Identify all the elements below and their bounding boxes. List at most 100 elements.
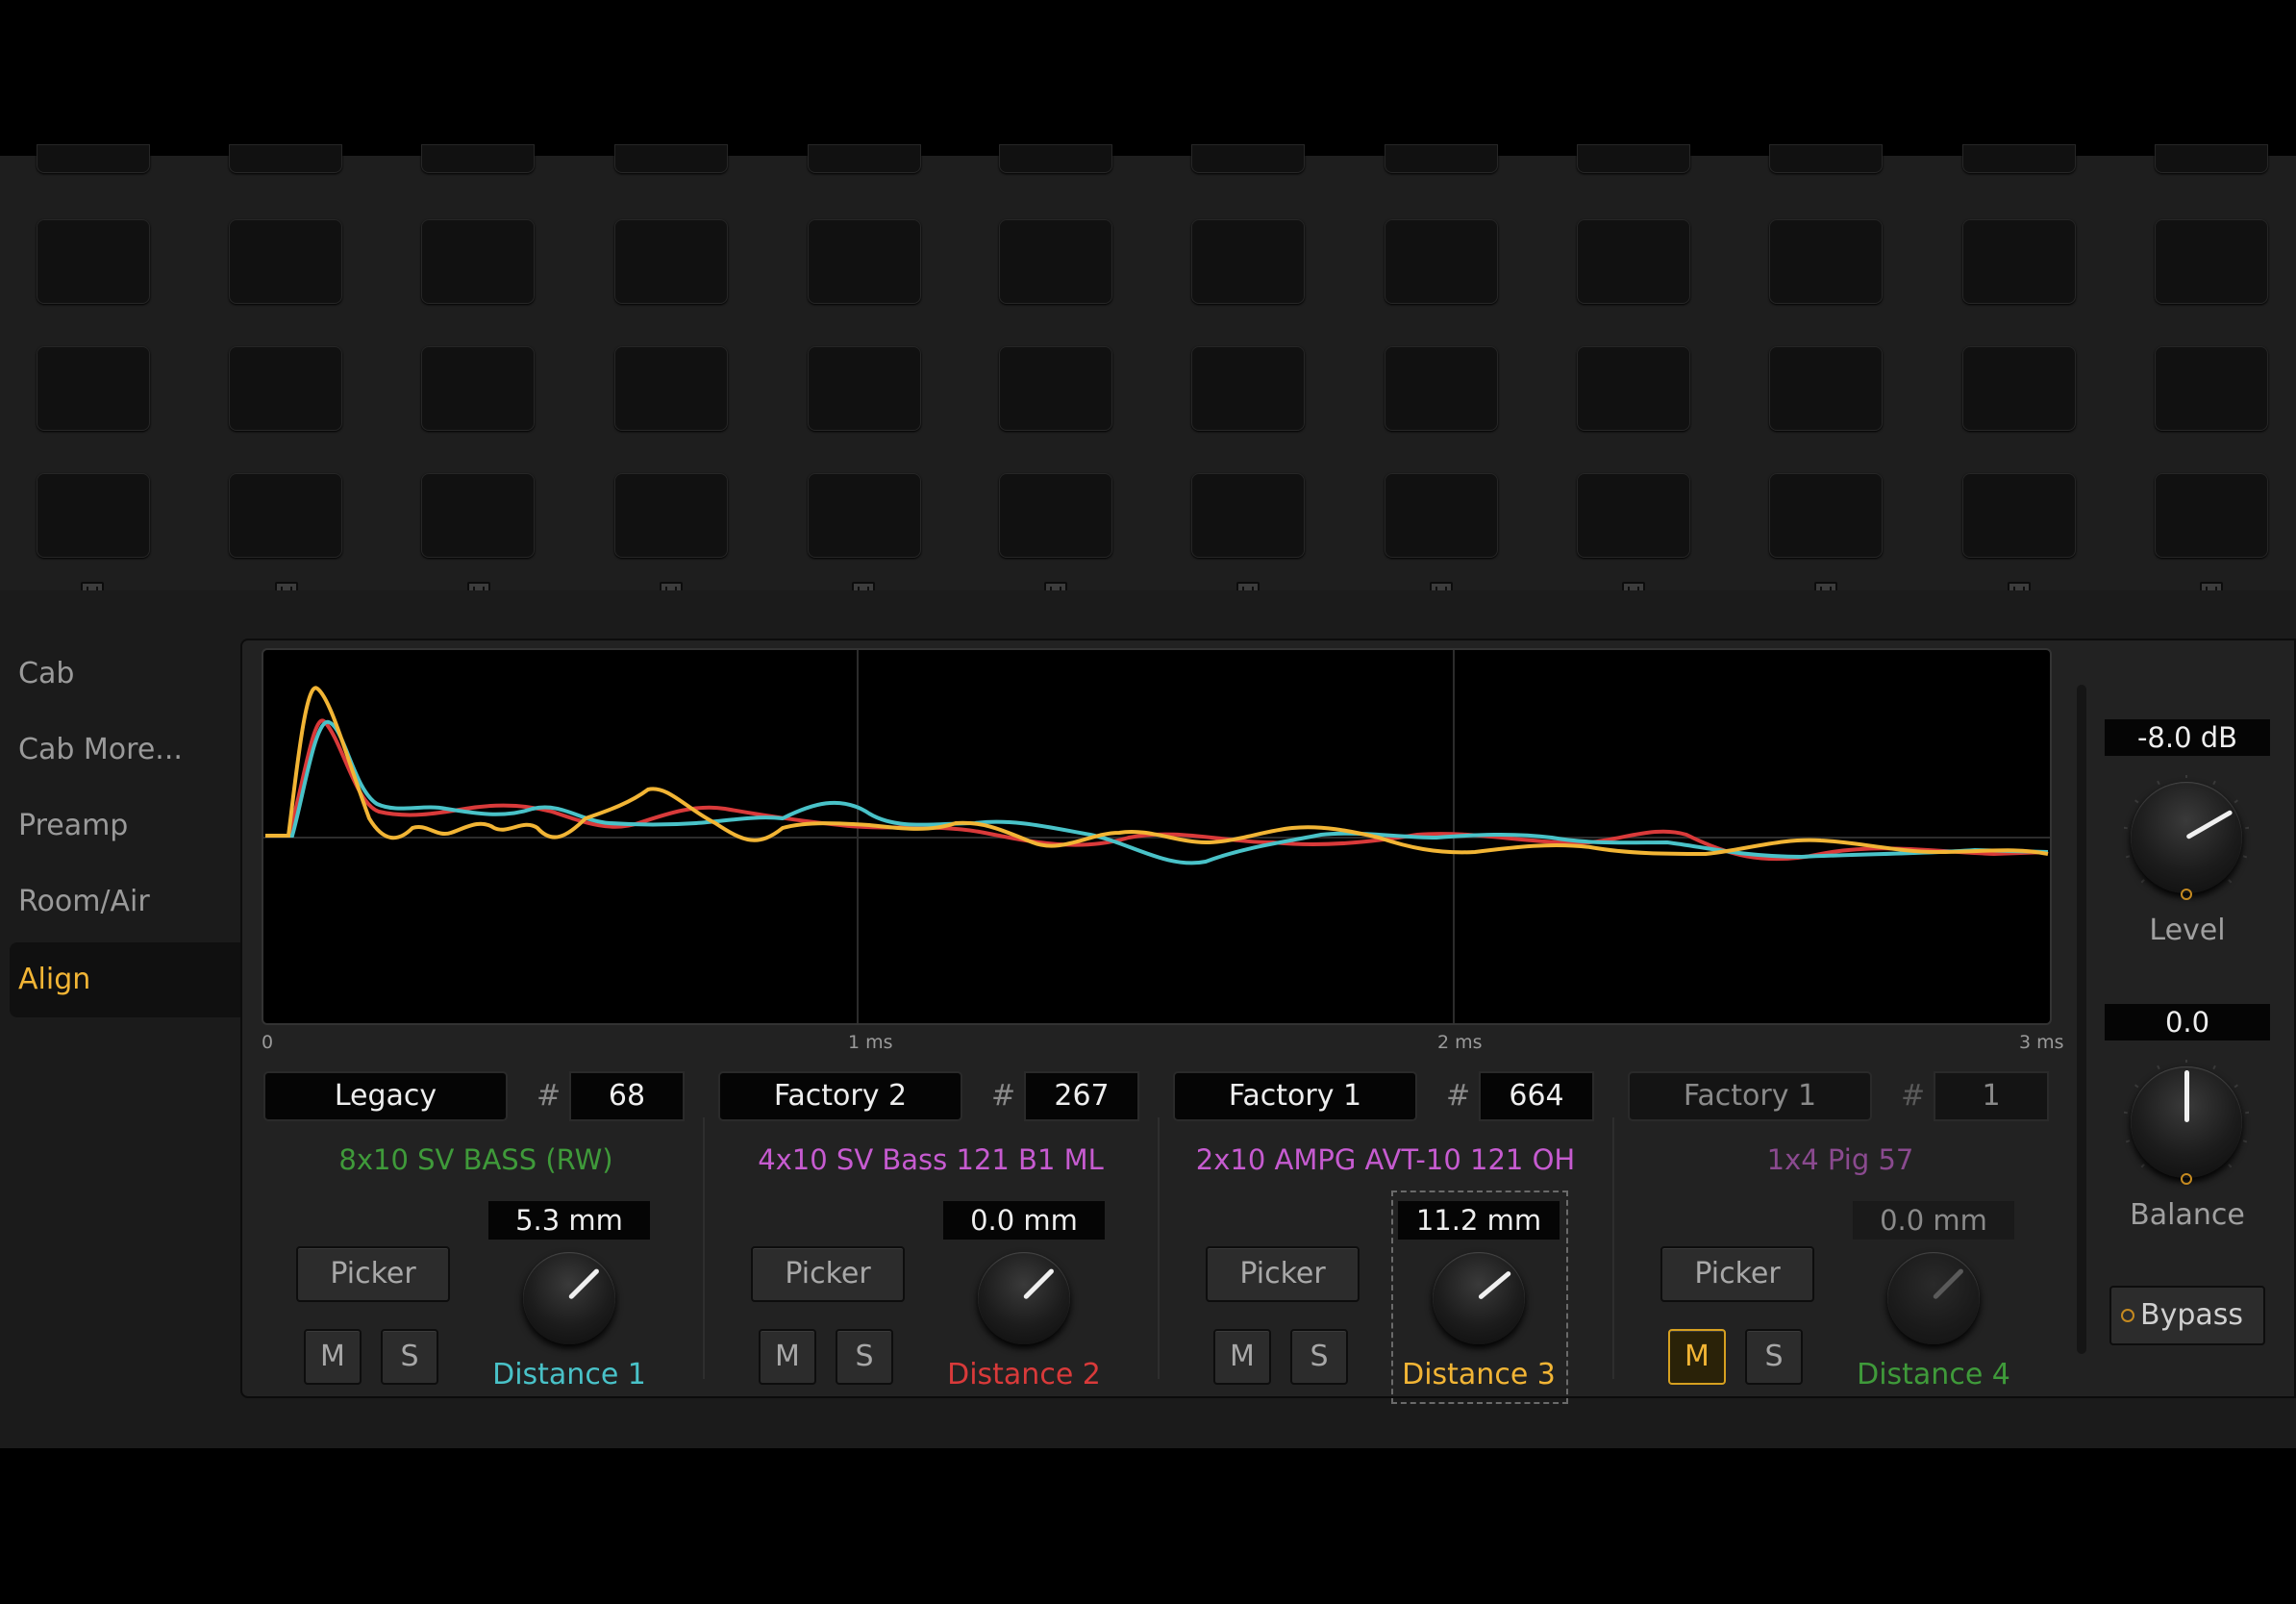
balance-label: Balance (2130, 1198, 2245, 1232)
ir-number-field[interactable]: 68 (569, 1071, 685, 1121)
solo-button[interactable]: S (1290, 1329, 1348, 1385)
tick-label-0: 0 (262, 1032, 274, 1053)
preset-selector[interactable]: Factory 1 (1628, 1071, 1872, 1121)
pad[interactable] (37, 346, 150, 431)
nav-item-align[interactable]: Align (10, 942, 240, 1017)
knob-origin-dot-icon (2181, 889, 2192, 900)
pad[interactable] (999, 473, 1112, 558)
bypass-button[interactable]: Bypass (2109, 1286, 2265, 1345)
solo-button[interactable]: S (1745, 1329, 1803, 1385)
distance-label: Distance 2 (947, 1358, 1101, 1391)
pad[interactable] (1962, 219, 2076, 304)
right-scrollbar[interactable] (2077, 685, 2086, 1354)
pad[interactable] (2155, 144, 2268, 173)
pad[interactable] (229, 473, 342, 558)
pad[interactable] (1962, 346, 2076, 431)
level-knob[interactable] (2124, 775, 2249, 900)
pad[interactable] (1577, 144, 1690, 173)
pad[interactable] (999, 219, 1112, 304)
picker-button[interactable]: Picker (296, 1246, 450, 1302)
solo-button[interactable]: S (836, 1329, 893, 1385)
picker-button[interactable]: Picker (751, 1246, 905, 1302)
pad[interactable] (1962, 473, 2076, 558)
nav-item-cab[interactable]: Cab (0, 637, 240, 712)
pad[interactable] (421, 219, 535, 304)
pad[interactable] (1385, 473, 1498, 558)
impulse-plot (263, 650, 2050, 1023)
preset-selector[interactable]: Legacy (263, 1071, 508, 1121)
pad[interactable] (1769, 346, 1883, 431)
pad[interactable] (1577, 473, 1690, 558)
pad[interactable] (808, 144, 921, 173)
pad[interactable] (614, 346, 728, 431)
balance-value[interactable]: 0.0 (2105, 1004, 2270, 1040)
mute-button[interactable]: M (759, 1329, 816, 1385)
pad[interactable] (1577, 219, 1690, 304)
pad[interactable] (1191, 144, 1305, 173)
bottom-letterbox (0, 1448, 2296, 1604)
preset-selector[interactable]: Factory 2 (718, 1071, 962, 1121)
mute-button[interactable]: M (1668, 1329, 1726, 1385)
picker-button[interactable]: Picker (1206, 1246, 1360, 1302)
pad[interactable] (999, 346, 1112, 431)
ir-number-field[interactable]: 1 (1934, 1071, 2049, 1121)
pad[interactable] (614, 219, 728, 304)
hash-label: # (1446, 1079, 1471, 1113)
ir-number-field[interactable]: 267 (1024, 1071, 1139, 1121)
pad[interactable] (1769, 219, 1883, 304)
pad[interactable] (808, 219, 921, 304)
pad[interactable] (37, 473, 150, 558)
bypass-led-icon (2121, 1309, 2134, 1322)
ir-number-field[interactable]: 664 (1479, 1071, 1594, 1121)
distance-knob[interactable] (523, 1252, 615, 1344)
pad[interactable] (1191, 473, 1305, 558)
preset-selector[interactable]: Factory 1 (1173, 1071, 1417, 1121)
pad[interactable] (1577, 346, 1690, 431)
nav-item-cab-more[interactable]: Cab More... (0, 713, 240, 788)
solo-button[interactable]: S (381, 1329, 438, 1385)
picker-button[interactable]: Picker (1660, 1246, 1814, 1302)
mute-button[interactable]: M (304, 1329, 362, 1385)
cab-name-label: 8x10 SV BASS (RW) (338, 1143, 613, 1176)
distance-value[interactable]: 0.0 mm (1853, 1201, 2014, 1240)
pad[interactable] (1385, 144, 1498, 173)
pad[interactable] (229, 144, 342, 173)
pad[interactable] (1769, 144, 1883, 173)
pad[interactable] (229, 346, 342, 431)
pad[interactable] (37, 144, 150, 173)
mute-button[interactable]: M (1213, 1329, 1271, 1385)
pad[interactable] (2155, 473, 2268, 558)
distance-value[interactable]: 0.0 mm (943, 1201, 1105, 1240)
pad[interactable] (1962, 144, 2076, 173)
hash-label: # (991, 1079, 1016, 1113)
pad[interactable] (1191, 346, 1305, 431)
balance-knob[interactable] (2124, 1060, 2249, 1185)
pad[interactable] (421, 346, 535, 431)
channel-divider (1158, 1117, 1160, 1379)
knob-pointer-icon (2184, 1070, 2189, 1122)
nav-item-preamp[interactable]: Preamp (0, 789, 240, 864)
pad[interactable] (2155, 346, 2268, 431)
distance-knob[interactable] (978, 1252, 1070, 1344)
pad[interactable] (1385, 219, 1498, 304)
distance-value[interactable]: 5.3 mm (488, 1201, 650, 1240)
pad[interactable] (999, 144, 1112, 173)
pad[interactable] (614, 473, 728, 558)
impulse-response-graph[interactable] (262, 648, 2052, 1025)
pad[interactable] (808, 346, 921, 431)
pad[interactable] (421, 473, 535, 558)
pad[interactable] (614, 144, 728, 173)
pad[interactable] (1385, 346, 1498, 431)
pad[interactable] (37, 219, 150, 304)
pad[interactable] (808, 473, 921, 558)
pad[interactable] (421, 144, 535, 173)
channel-divider (703, 1117, 705, 1379)
pad[interactable] (1191, 219, 1305, 304)
distance-knob[interactable] (1887, 1252, 1980, 1344)
pad[interactable] (1769, 473, 1883, 558)
level-value[interactable]: -8.0 dB (2105, 719, 2270, 756)
trace-yellow (265, 686, 2049, 857)
nav-item-room-air[interactable]: Room/Air (0, 865, 240, 940)
pad[interactable] (2155, 219, 2268, 304)
pad[interactable] (229, 219, 342, 304)
